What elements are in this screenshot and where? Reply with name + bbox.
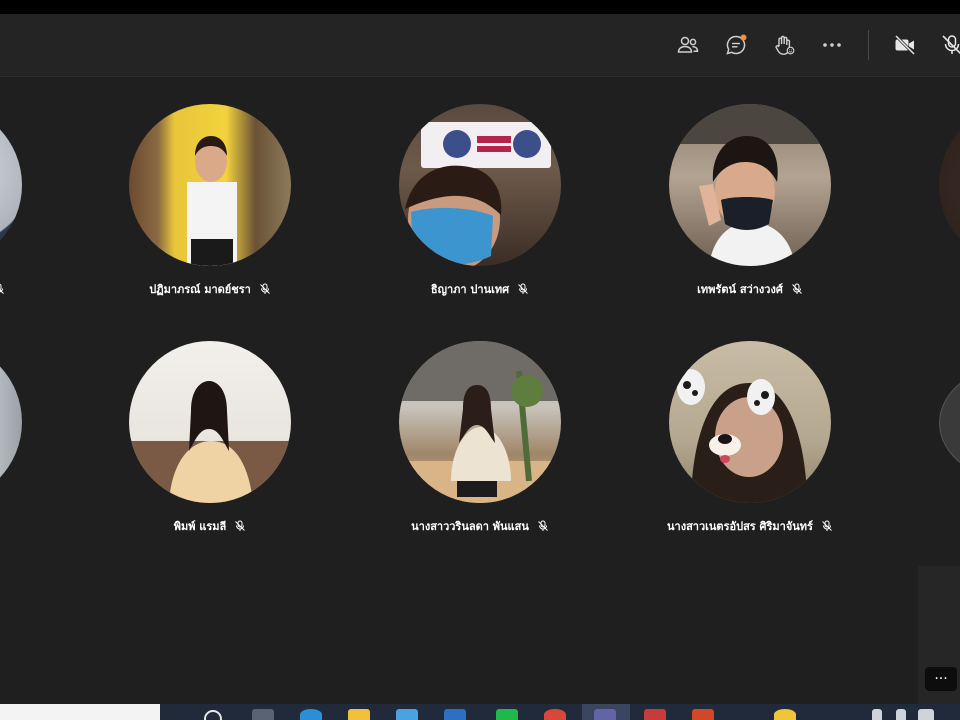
participant-photo-5 (399, 341, 561, 503)
toolbar-divider (868, 30, 869, 60)
participant-gallery: ปฏิมาภรณ์ มาดย์ชรา ธิญาภา ปานเทศ เทพรัตน… (0, 77, 960, 704)
overflow-label: ··· (934, 671, 948, 687)
participant-video-partial-left-2[interactable] (0, 341, 22, 503)
participant-photo-6 (677, 369, 807, 503)
participant-photo-4 (129, 381, 291, 503)
mic-muted-icon (791, 283, 803, 295)
raise-hand-button[interactable] (768, 29, 800, 61)
camera-toggle-button[interactable] (889, 29, 921, 61)
mic-muted-icon (517, 283, 529, 295)
chat-icon (726, 34, 747, 55)
chat-notification-dot (740, 34, 747, 41)
participant-photo-2 (405, 122, 551, 266)
title-bar (0, 0, 960, 14)
taskbar-weather-icon[interactable] (774, 709, 796, 720)
participant-video-2[interactable] (399, 104, 561, 266)
taskbar-volume-icon[interactable] (918, 709, 934, 720)
more-options-icon (823, 43, 841, 47)
taskbar-task-view-icon[interactable] (252, 709, 274, 720)
teams-meeting-window: ปฏิมาภรณ์ มาดย์ชรา ธิญาภา ปานเทศ เทพรัตน… (0, 0, 960, 720)
participant-label: เทพรัตน์ สว่างวงศ์ (697, 283, 783, 296)
participants-button[interactable] (672, 29, 704, 61)
taskbar-store-icon[interactable] (396, 709, 418, 720)
participant-photo-3 (669, 104, 831, 266)
participant-label: พิมพ์ แรมลี (173, 520, 227, 533)
taskbar-teams-icon[interactable] (594, 709, 616, 720)
taskbar-edge-icon[interactable] (300, 709, 322, 720)
os-taskbar (0, 704, 960, 720)
participant-name-1: ปฏิมาภรณ์ มาดย์ชรา (110, 279, 310, 299)
camera-off-icon (894, 34, 916, 56)
mic-muted-icon (0, 283, 5, 295)
taskbar-network-icon[interactable] (896, 709, 906, 720)
mic-muted-icon (821, 520, 833, 532)
participant-video-partial-left-1[interactable] (0, 104, 22, 266)
mic-off-icon (942, 35, 960, 55)
taskbar-tray-icon[interactable] (872, 709, 882, 720)
taskbar-search-icon[interactable] (204, 710, 222, 720)
participant-video-1[interactable] (129, 104, 291, 266)
taskbar-office-icon[interactable] (692, 709, 714, 720)
taskbar-chrome-icon[interactable] (544, 709, 566, 720)
taskbar-search-box[interactable] (0, 704, 160, 720)
meeting-toolbar (0, 14, 960, 77)
mic-muted-icon (537, 520, 549, 532)
participant-label: ธิญาภา ปานเทศ (430, 283, 510, 296)
participant-video-partial-right-1[interactable] (939, 104, 960, 266)
raise-hand-icon (775, 35, 795, 55)
participant-label: นางสาวเนตรอัปสร ศิริมาจันทร์ (667, 520, 813, 533)
mic-toggle-button[interactable] (936, 29, 960, 61)
participant-label: นางสาววรินลดา พันแสน (411, 520, 529, 533)
taskbar-paint-icon[interactable] (644, 709, 666, 720)
taskbar-line-icon[interactable] (496, 709, 518, 720)
participant-name-2: ธิญาภา ปานเทศ (380, 279, 580, 299)
participant-video-4[interactable] (129, 341, 291, 503)
participant-video-5[interactable] (399, 341, 561, 503)
participant-video-6[interactable] (669, 341, 831, 503)
participant-video-3[interactable] (669, 104, 831, 266)
taskbar-explorer-icon[interactable] (348, 709, 370, 720)
participant-mic-partial-left-1 (0, 279, 10, 299)
overflow-menu-button[interactable]: ··· (925, 667, 957, 691)
mic-muted-icon (259, 283, 271, 295)
participants-icon (677, 36, 699, 53)
participant-name-6: นางสาวเนตรอัปสร ศิริมาจันทร์ (640, 516, 860, 536)
participant-photo-1 (187, 136, 237, 266)
participant-video-partial-right-2[interactable] (939, 363, 960, 483)
mic-muted-icon (234, 520, 246, 532)
taskbar-app-icon[interactable] (444, 709, 466, 720)
participant-name-3: เทพรัตน์ สว่างวงศ์ (650, 279, 850, 299)
more-options-button[interactable] (816, 29, 848, 61)
participant-label: ปฏิมาภรณ์ มาดย์ชรา (149, 283, 251, 296)
participant-name-5: นางสาววรินลดา พันแสน (380, 516, 580, 536)
participant-name-4: พิมพ์ แรมลี (110, 516, 310, 536)
chat-button[interactable] (720, 29, 752, 61)
